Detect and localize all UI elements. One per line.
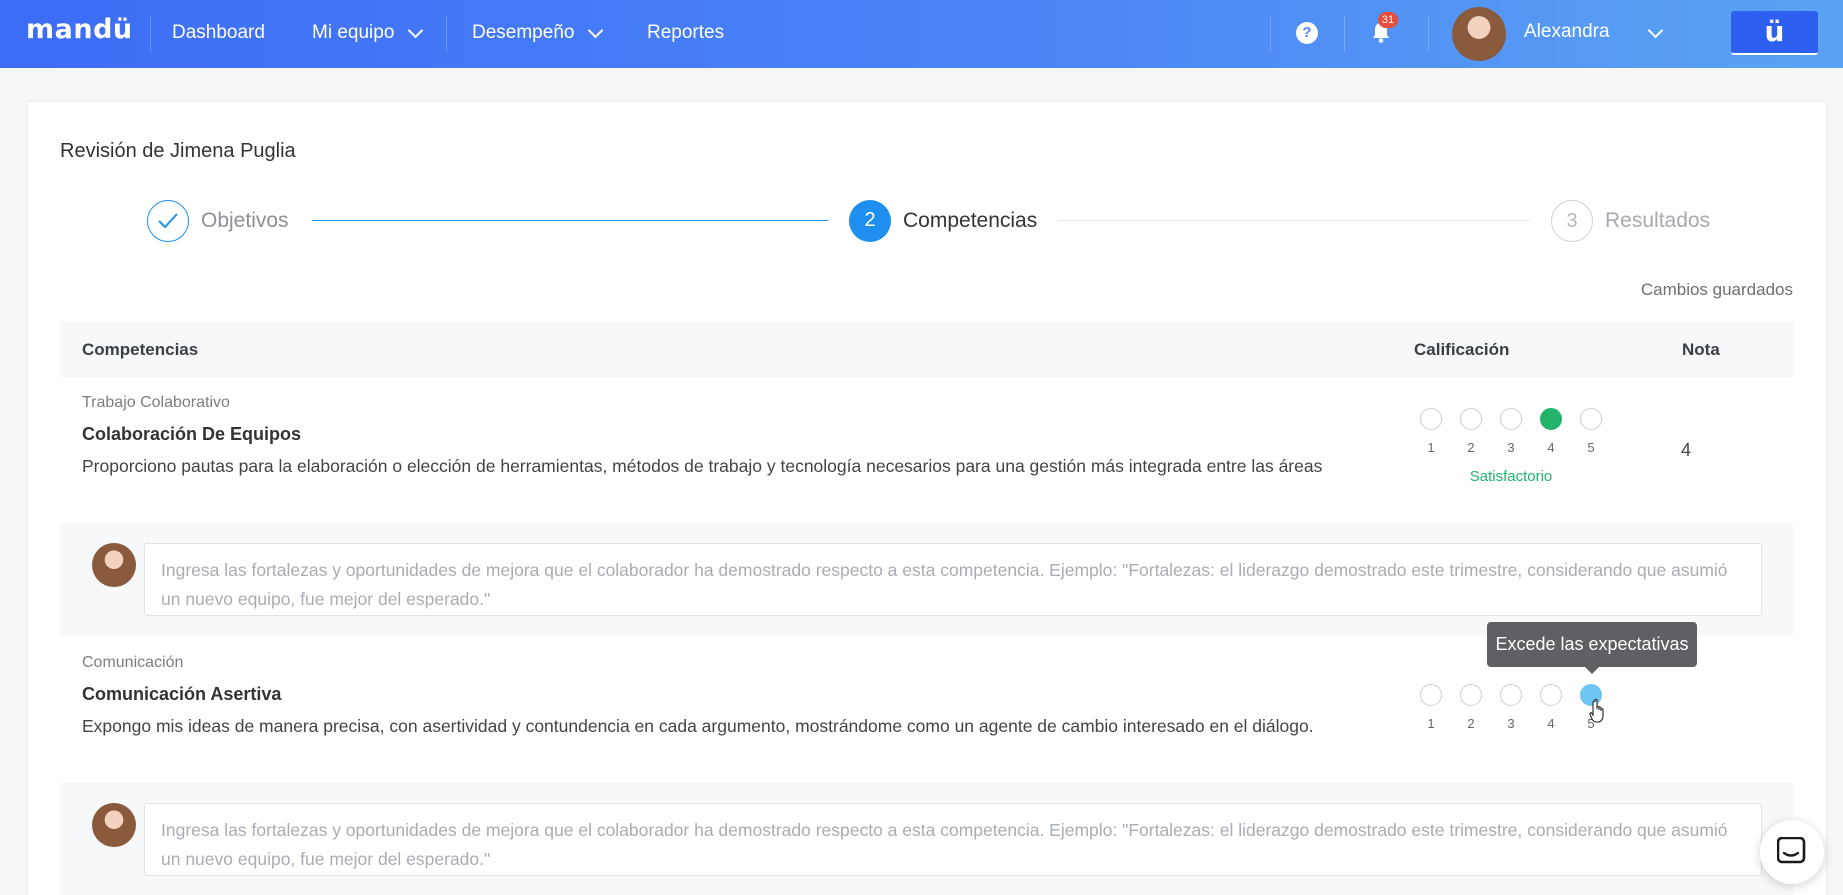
nav-divider <box>1428 16 1429 52</box>
column-header-nota: Nota <box>1682 340 1720 359</box>
hand-pointer-icon <box>1589 698 1604 723</box>
check-icon <box>158 213 178 229</box>
rating-number: 3 <box>1507 716 1515 731</box>
chevron-down-icon <box>588 22 604 38</box>
competency-comment-input[interactable]: Ingresa las fortalezas y oportunidades d… <box>144 803 1762 876</box>
rating-number: 5 <box>1587 440 1595 455</box>
rating-option-1[interactable] <box>1420 408 1442 430</box>
nav-divider <box>1344 16 1345 52</box>
rating-option-1[interactable] <box>1420 684 1442 706</box>
rating-scale: 1 2 3 4 5 Satisfactorio <box>1420 408 1620 488</box>
nav-item-label: Mi equipo <box>312 22 395 43</box>
rating-option-2[interactable] <box>1460 684 1482 706</box>
rating-option-2[interactable] <box>1460 408 1482 430</box>
competency-category: Comunicación <box>82 654 184 671</box>
step-label-resultados[interactable]: Resultados <box>1605 209 1710 233</box>
competency-name: Comunicación Asertiva <box>82 684 282 704</box>
step-label-competencias[interactable]: Competencias <box>903 209 1037 233</box>
mandu-brand-button[interactable]: ü <box>1731 11 1818 55</box>
chat-icon <box>1777 837 1806 864</box>
competency-name: Colaboración De Equipos <box>82 424 302 444</box>
competency-description: Expongo mis ideas de manera precisa, con… <box>82 716 1314 736</box>
chevron-down-icon[interactable] <box>1647 22 1664 39</box>
user-avatar <box>92 543 136 587</box>
mandu-logo[interactable]: mandü <box>26 14 133 45</box>
column-header-competencias: Competencias <box>82 340 199 359</box>
competency-category: Trabajo Colaborativo <box>82 394 230 411</box>
step-competencias-number[interactable]: 2 <box>849 200 891 242</box>
nav-item-label: Desempeño <box>472 22 575 43</box>
rating-tooltip: Excede las expectativas <box>1487 622 1697 674</box>
rating-number: 4 <box>1547 716 1555 731</box>
notification-badge: 31 <box>1378 12 1398 28</box>
rating-number: 2 <box>1467 440 1475 455</box>
rating-option-3[interactable] <box>1500 684 1522 706</box>
competency-comment-input[interactable]: Ingresa las fortalezas y oportunidades d… <box>144 543 1762 616</box>
question-circle-icon[interactable]: ? <box>1296 22 1318 44</box>
nav-item-reportes[interactable]: Reportes <box>647 22 724 44</box>
table-header <box>60 321 1793 377</box>
rating-number: 1 <box>1427 440 1435 455</box>
rating-option-4[interactable] <box>1540 684 1562 706</box>
save-status: Cambios guardados <box>1640 280 1793 299</box>
step-label-objetivos[interactable]: Objetivos <box>201 209 289 233</box>
nota-value: 4 <box>1681 440 1692 460</box>
rating-number: 4 <box>1547 440 1555 455</box>
top-navbar: mandü Dashboard Mi equipo Desempeño Repo… <box>0 0 1843 68</box>
user-avatar[interactable] <box>1452 7 1506 61</box>
nav-divider <box>150 16 151 52</box>
rating-number: 2 <box>1467 716 1475 731</box>
step-objetivos-check[interactable] <box>147 200 189 242</box>
competency-description: Proporciono pautas para la elaboración o… <box>82 456 1323 476</box>
step-resultados-number[interactable]: 3 <box>1551 200 1593 242</box>
rating-number: 3 <box>1507 440 1515 455</box>
user-avatar <box>92 803 136 847</box>
rating-option-5[interactable] <box>1580 408 1602 430</box>
column-header-calificacion: Calificación <box>1414 340 1510 359</box>
rating-label: Satisfactorio <box>1469 468 1553 485</box>
nav-item-label: Reportes <box>647 22 725 43</box>
user-name[interactable]: Alexandra <box>1524 21 1610 43</box>
nav-item-desempeno[interactable]: Desempeño <box>472 22 604 44</box>
stepper-line-completed <box>312 220 828 221</box>
nav-item-label: Dashboard <box>172 22 265 43</box>
nav-divider <box>1270 16 1271 52</box>
rating-scale: 1 2 3 4 5 <box>1420 684 1620 764</box>
stepper-line-pending <box>1058 220 1530 221</box>
chat-launcher-button[interactable] <box>1760 820 1824 884</box>
chevron-down-icon <box>408 22 424 38</box>
page-title: Revisión de Jimena Puglia <box>60 140 296 162</box>
rating-option-4-selected[interactable] <box>1540 408 1562 430</box>
nav-item-mi-equipo[interactable]: Mi equipo <box>312 22 424 44</box>
nav-divider <box>446 16 447 52</box>
rating-number: 1 <box>1427 716 1435 731</box>
nav-item-dashboard[interactable]: Dashboard <box>172 22 265 44</box>
rating-option-3[interactable] <box>1500 408 1522 430</box>
